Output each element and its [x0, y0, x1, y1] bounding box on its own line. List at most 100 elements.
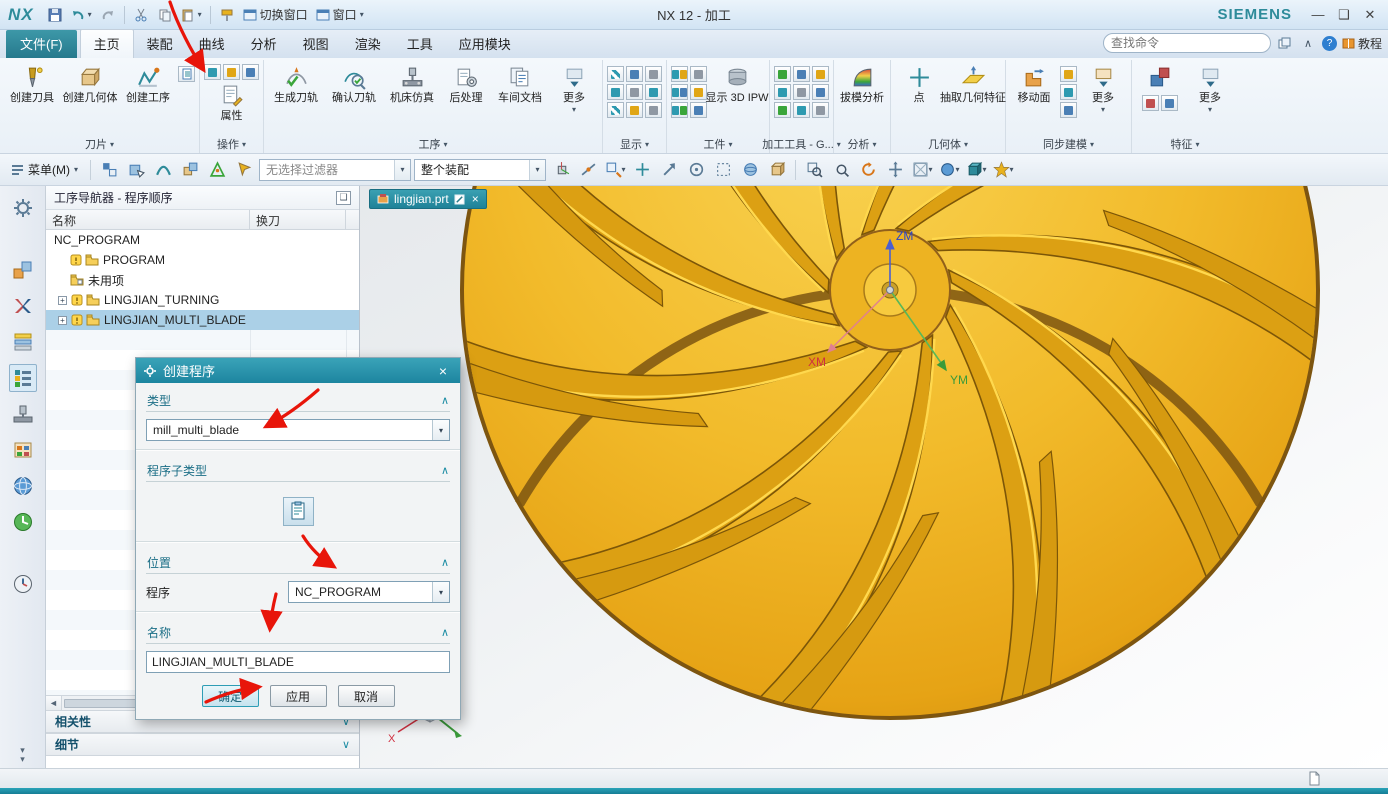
undo-button[interactable]: ▾ [68, 4, 95, 26]
undock-icon[interactable]: ❑ [336, 191, 351, 205]
type-section-header[interactable]: 类型 ∧ [146, 389, 450, 412]
snap-enable-icon[interactable] [232, 158, 256, 182]
mini-icon[interactable] [793, 84, 810, 100]
mini-icon[interactable] [626, 84, 643, 100]
mini-icon[interactable] [812, 66, 829, 82]
tree-row-selected[interactable]: + LINGJIAN_MULTI_BLADE [46, 310, 359, 330]
minimize-button[interactable]: — [1306, 7, 1330, 22]
cancel-button[interactable]: 取消 [338, 685, 395, 707]
feature-more-button[interactable]: 更多 ▾ [1186, 62, 1234, 117]
details-section[interactable]: 细节 ∨ [46, 733, 359, 756]
zoom-window-icon[interactable] [802, 158, 826, 182]
properties-button[interactable]: 属性 [208, 80, 256, 126]
point-button[interactable]: 点 [895, 62, 943, 108]
box-select-icon[interactable] [711, 158, 735, 182]
shaded-view-icon[interactable]: ▾ [937, 158, 961, 182]
machine-simulation-button[interactable]: 机床仿真 [384, 62, 440, 108]
mini-icon[interactable] [607, 102, 624, 118]
web-browser-icon[interactable] [9, 472, 37, 500]
mini-icon[interactable] [690, 84, 707, 100]
mini-icon[interactable] [645, 84, 662, 100]
program-name-input[interactable] [146, 651, 450, 673]
create-geometry-button[interactable]: 创建几何体 [62, 62, 118, 108]
perspective-icon[interactable]: ▾ [910, 158, 934, 182]
minimize-ribbon-icon[interactable]: ∧ [1299, 34, 1317, 52]
group-label-display[interactable]: 显示▾ [603, 136, 666, 152]
mini-icon[interactable] [690, 102, 707, 118]
snap-point-icon[interactable] [205, 158, 229, 182]
mini-icon[interactable] [812, 102, 829, 118]
settings-gear-icon[interactable] [9, 194, 37, 222]
mini-icon[interactable] [626, 66, 643, 82]
tree-row[interactable]: PROGRAM [46, 250, 359, 270]
create-operation-button[interactable]: 创建工序 [120, 62, 176, 108]
plus-tool-icon[interactable]: ▾ [603, 158, 627, 182]
render-style-icon[interactable]: ▾ [964, 158, 988, 182]
duplicate-window-icon[interactable] [1276, 34, 1294, 52]
sphere-icon[interactable] [738, 158, 762, 182]
reuse-library-icon[interactable] [9, 436, 37, 464]
create-program-mini-icon[interactable] [178, 66, 195, 82]
tab-assembly[interactable]: 装配 [134, 30, 186, 58]
mini-icon[interactable] [793, 102, 810, 118]
select-by-type-icon[interactable] [97, 158, 121, 182]
expand-icon[interactable]: + [58, 316, 67, 325]
point-constructor-icon[interactable] [630, 158, 654, 182]
graphics-window[interactable]: ZM XM YM X lingjian.prt × [360, 186, 1388, 768]
shop-doc-button[interactable]: 车间文档 [492, 62, 548, 108]
search-input[interactable] [1111, 36, 1266, 50]
menu-button[interactable]: 菜单(M)▾ [5, 159, 84, 180]
tree-row[interactable]: 未用项 [46, 270, 359, 290]
wcs-orient-icon[interactable] [549, 158, 573, 182]
select-edge-icon[interactable] [151, 158, 175, 182]
operation-more-button[interactable]: 更多 ▾ [550, 62, 598, 117]
dependency-doc-icon[interactable] [1307, 771, 1322, 786]
fit-view-icon[interactable] [829, 158, 853, 182]
group-label-analysis[interactable]: 分析▾ [834, 136, 890, 152]
tab-analysis[interactable]: 分析 [238, 30, 290, 58]
subtype-section-header[interactable]: 程序子类型 ∧ [146, 459, 450, 482]
column-toolchange[interactable]: 换刀 [250, 210, 346, 229]
constraint-navigator-icon[interactable] [9, 292, 37, 320]
column-name[interactable]: 名称 [46, 210, 250, 229]
tab-file[interactable]: 文件(F) [6, 30, 77, 58]
paste-button[interactable]: ▾ [178, 4, 205, 26]
mini-icon[interactable] [774, 84, 791, 100]
mini-icon[interactable] [774, 102, 791, 118]
pan-view-icon[interactable] [883, 158, 907, 182]
verify-toolpath-button[interactable]: 确认刀轨 [326, 62, 382, 108]
history-icon[interactable] [9, 508, 37, 536]
dialog-close-icon[interactable]: × [433, 363, 453, 379]
resource-bar-overflow[interactable]: ▾▾ [20, 746, 25, 764]
selection-filter-dropdown[interactable]: 无选择过滤器▾ [259, 159, 411, 181]
copy-button[interactable] [154, 4, 176, 26]
tab-application-modules[interactable]: 应用模块 [446, 30, 524, 58]
arrow-ne-icon[interactable] [657, 158, 681, 182]
assembly-navigator-icon[interactable] [9, 256, 37, 284]
extract-geometry-button[interactable]: 抽取几何特征 [945, 62, 1001, 108]
switch-window-button[interactable]: 切换窗口 [240, 4, 311, 26]
mini-icon[interactable] [607, 66, 624, 82]
part-navigator-icon[interactable] [9, 328, 37, 356]
tab-render[interactable]: 渲染 [342, 30, 394, 58]
move-face-button[interactable]: 移动面 [1010, 62, 1058, 108]
close-button[interactable]: ✕ [1358, 7, 1382, 23]
tutorial-button[interactable]: 教程 [1342, 35, 1382, 52]
dialog-titlebar[interactable]: 创建程序 × [136, 358, 460, 383]
group-label-operation[interactable]: 工序▾ [264, 136, 602, 152]
select-component-icon[interactable] [178, 158, 202, 182]
effects-icon[interactable]: ▾ [991, 158, 1015, 182]
mini-icon[interactable] [645, 66, 662, 82]
save-button[interactable] [44, 4, 66, 26]
synchronous-more-button[interactable]: 更多 ▾ [1079, 62, 1127, 117]
mini-icon[interactable] [204, 64, 221, 80]
snap-midpoint-icon[interactable] [576, 158, 600, 182]
mini-icon[interactable] [690, 66, 707, 82]
maximize-button[interactable]: ❑ [1332, 7, 1356, 23]
cut-button[interactable] [130, 4, 152, 26]
mini-icon[interactable] [671, 66, 688, 82]
ok-button[interactable]: 确定 [202, 685, 259, 707]
feature-button[interactable] [1136, 62, 1184, 95]
scroll-left-icon[interactable]: ◄ [46, 696, 62, 710]
program-location-dropdown[interactable]: NC_PROGRAM ▾ [288, 581, 450, 603]
